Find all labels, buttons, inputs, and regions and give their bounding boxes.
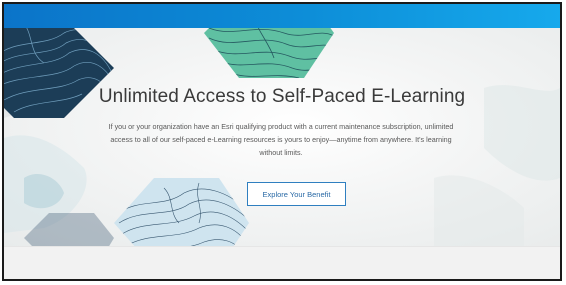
explore-benefit-button[interactable]: Explore Your Benefit	[247, 182, 346, 206]
hero-banner: Unlimited Access to Self-Paced E-Learnin…	[4, 28, 560, 246]
hero-description: If you or your organization have an Esri…	[108, 122, 454, 157]
top-header-bar	[4, 4, 560, 28]
hero-content: Unlimited Access to Self-Paced E-Learnin…	[4, 28, 560, 246]
bottom-content-strip	[4, 246, 560, 279]
hero-title: Unlimited Access to Self-Paced E-Learnin…	[98, 86, 466, 107]
browser-frame: Unlimited Access to Self-Paced E-Learnin…	[2, 2, 562, 281]
